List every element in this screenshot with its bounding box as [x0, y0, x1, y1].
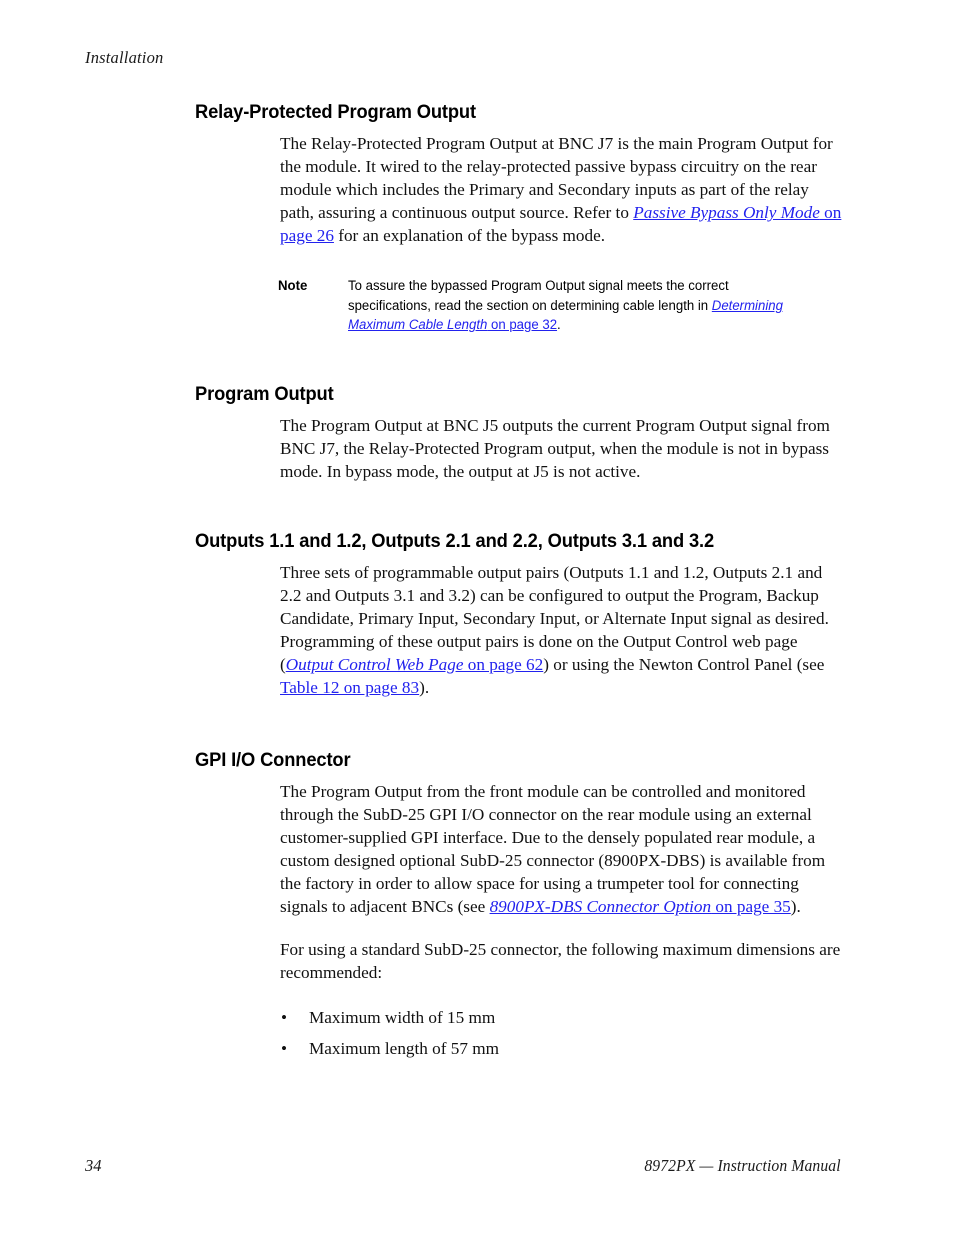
section-program-output: Program Output [195, 382, 843, 406]
paragraph-text-end: ). [419, 678, 430, 698]
relay-protected-body: The Relay-Protected Program Output at BN… [280, 132, 843, 247]
heading-outputs-pairs: Outputs 1.1 and 1.2, Outputs 2.1 and 2.2… [195, 529, 715, 552]
footer-page-number: 34 [85, 1156, 102, 1175]
bullet-icon: • [281, 1039, 288, 1059]
paragraph-relay-protected: The Relay-Protected Program Output at BN… [280, 132, 843, 247]
section-outputs: Outputs 1.1 and 1.2, Outputs 2.1 and 2.2… [195, 529, 843, 553]
running-header: Installation [85, 48, 164, 67]
section-gpi-io-connector: GPI I/O Connector [195, 748, 843, 772]
list-item-label: Maximum width of 15 mm [309, 1008, 496, 1028]
list-item: • Maximum width of 15 mm [280, 1006, 843, 1029]
paragraph-text-continued: ) or using the Newton Control Panel (see [543, 655, 825, 675]
xref-8900px-dbs-connector-option-page[interactable]: on page 35 [711, 897, 790, 916]
footer-manual-title: 8972PX — Instruction Manual [644, 1156, 841, 1175]
gpi-dimensions-list: • Maximum width of 15 mm • Maximum length … [280, 1006, 843, 1060]
note-text: To assure the bypassed Program Output si… [348, 277, 808, 335]
xref-output-control-web-page-page[interactable]: on page 62 [464, 655, 543, 674]
xref-table-12-page-83[interactable]: Table 12 on page 83 [280, 678, 419, 697]
page-content: Relay-Protected Program Output The Relay… [195, 100, 843, 1068]
note-block: Note To assure the bypassed Program Outp… [278, 277, 843, 335]
paragraph-text: The Program Output from the front module… [280, 781, 826, 916]
paragraph-program-output: The Program Output at BNC J5 outputs the… [280, 415, 830, 481]
note-text-part1: To assure the bypassed Program Output si… [348, 278, 729, 314]
note-label: Note [278, 278, 308, 295]
xref-output-control-web-page-title[interactable]: Output Control Web Page [286, 655, 464, 674]
xref-8900px-dbs-connector-option-title[interactable]: 8900PX-DBS Connector Option [490, 897, 712, 916]
section-relay-protected: Relay-Protected Program Output [195, 100, 843, 124]
paragraph-gpi-1: The Program Output from the front module… [280, 780, 843, 919]
paragraph-gpi-2: For using a standard SubD-25 connector, … [280, 940, 841, 983]
program-output-body: The Program Output at BNC J5 outputs the… [280, 414, 843, 483]
document-page: Installation Relay-Protected Program Out… [0, 0, 954, 1235]
list-item-label: Maximum length of 57 mm [309, 1039, 500, 1059]
gpi-body: The Program Output from the front module… [280, 780, 843, 1061]
heading-program-output: Program Output [195, 382, 334, 405]
bullet-icon: • [281, 1008, 288, 1028]
xref-passive-bypass-only-mode-title[interactable]: Passive Bypass Only Mode [633, 203, 820, 222]
paragraph-outputs: Three sets of programmable output pairs … [280, 561, 843, 700]
heading-gpi-io-connector: GPI I/O Connector [195, 748, 351, 771]
paragraph-text-continued: for an explanation of the bypass mode. [333, 226, 606, 246]
note-text-part2: . [557, 317, 561, 334]
paragraph-text-end: ). [790, 897, 801, 916]
heading-relay-protected-program-output: Relay-Protected Program Output [195, 101, 476, 123]
outputs-body: Three sets of programmable output pairs … [280, 561, 843, 700]
list-item: • Maximum length of 57 mm [280, 1037, 843, 1060]
xref-determining-maximum-cable-length-page[interactable]: on page 32 [487, 317, 557, 333]
